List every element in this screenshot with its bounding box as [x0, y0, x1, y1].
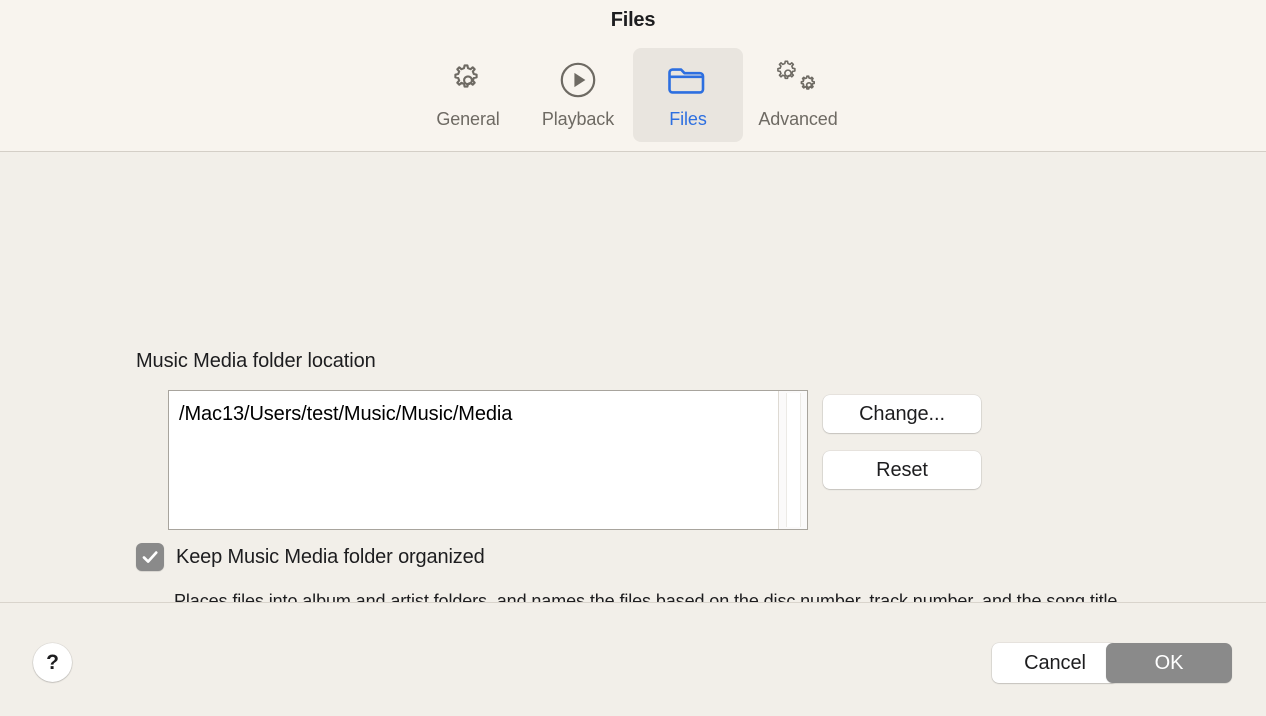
path-field-scrollbar-track[interactable] [786, 393, 801, 527]
toolbar-area: Files General [0, 0, 1266, 152]
tab-general-label: General [436, 109, 499, 130]
tab-advanced[interactable]: Advanced [743, 48, 853, 142]
preferences-window: Files General [0, 0, 1266, 716]
keep-media-folder-organized-checkbox-row[interactable]: Keep Music Media folder organized [136, 543, 485, 571]
media-folder-location-label: Music Media folder location [136, 350, 376, 373]
media-folder-path-field[interactable]: /Mac13/Users/test/Music/Music/Media [168, 390, 808, 530]
tab-files-label: Files [669, 109, 707, 130]
tab-playback[interactable]: Playback [523, 48, 633, 142]
tab-files[interactable]: Files [633, 48, 743, 142]
path-field-scrollbar[interactable] [778, 391, 807, 529]
checkbox-checked-icon[interactable] [136, 543, 164, 571]
gears-icon [774, 59, 822, 101]
dialog-footer: ? Cancel OK [0, 602, 1266, 716]
help-button[interactable]: ? [33, 643, 72, 682]
tab-playback-label: Playback [542, 109, 614, 130]
window-title: Files [0, 9, 1266, 32]
play-circle-icon [558, 59, 598, 101]
cancel-button[interactable]: Cancel [992, 643, 1118, 683]
change-button[interactable]: Change... [823, 395, 981, 433]
gear-icon [448, 59, 488, 101]
preferences-toolbar: General Playback [0, 48, 1266, 142]
tab-general[interactable]: General [413, 48, 523, 142]
reset-button[interactable]: Reset [823, 451, 981, 489]
files-settings-pane: Music Media folder location /Mac13/Users… [0, 152, 1266, 602]
keep-media-folder-organized-label: Keep Music Media folder organized [176, 546, 485, 569]
media-folder-path-value: /Mac13/Users/test/Music/Music/Media [179, 401, 771, 427]
ok-button[interactable]: OK [1106, 643, 1232, 683]
tab-advanced-label: Advanced [758, 109, 837, 130]
folder-icon [665, 59, 711, 101]
